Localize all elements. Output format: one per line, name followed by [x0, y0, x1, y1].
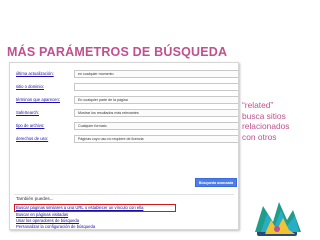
link-search-settings[interactable]: Personalizar la configuración de búsqued…	[16, 224, 95, 229]
highlight-box	[14, 204, 176, 212]
dropdown-arrow-icon: ▾	[238, 136, 239, 142]
slide-title: MÁS PARÁMETROS DE BÚSQUEDA	[7, 45, 228, 59]
divider	[14, 194, 234, 195]
select-value: Mostrar los resultados más relevantes	[78, 111, 139, 115]
form-label[interactable]: sitio o dominio:	[16, 84, 44, 89]
terms-select[interactable]: En cualquier parte de la página ▾	[74, 96, 239, 104]
form-label[interactable]: tipo de archivo:	[16, 123, 44, 128]
advanced-search-button[interactable]: Búsqueda avanzada	[195, 178, 237, 187]
link-visited-pages[interactable]: Buscar en páginas visitadas	[16, 212, 68, 217]
form-row-usage-rights: derechos de uso: Páginas cuyo uso no req…	[10, 134, 238, 147]
select-value: Páginas cuyo uso no requiere de licencia	[78, 137, 144, 141]
select-value: en cualquier momento	[78, 72, 114, 76]
dropdown-arrow-icon: ▾	[238, 71, 239, 77]
flame-logo-icon	[255, 202, 301, 236]
form-row-terms: términos que aparecen: En cualquier part…	[10, 95, 238, 108]
dropdown-arrow-icon: ▾	[238, 110, 239, 116]
select-value: En cualquier parte de la página	[78, 98, 128, 102]
callout-text: “related” busca sitios relacionados con …	[242, 100, 312, 142]
form-label[interactable]: SafeSearch:	[16, 110, 39, 115]
select-value: Cualquier formato	[78, 124, 107, 128]
last-update-select[interactable]: en cualquier momento ▾	[74, 70, 239, 78]
form-row-last-update: última actualización: en cualquier momen…	[10, 69, 238, 82]
callout-line: busca sitios	[242, 110, 286, 121]
callout-line: “related”	[242, 100, 274, 110]
dropdown-arrow-icon: ▾	[238, 97, 239, 103]
form-label[interactable]: derechos de uso:	[16, 136, 48, 141]
safesearch-select[interactable]: Mostrar los resultados más relevantes ▾	[74, 109, 239, 117]
form-label[interactable]: última actualización:	[16, 71, 54, 76]
usage-rights-select[interactable]: Páginas cuyo uso no requiere de licencia…	[74, 135, 239, 143]
form-row-safesearch: SafeSearch: Mostrar los resultados más r…	[10, 108, 238, 121]
advanced-search-screenshot: última actualización: en cualquier momen…	[9, 62, 239, 230]
link-search-operators[interactable]: Usar los operadores de búsqueda	[16, 218, 79, 223]
site-domain-input[interactable]	[74, 83, 238, 91]
callout-line: con otros	[242, 131, 277, 142]
form-row-file-type: tipo de archivo: Cualquier formato ▾	[10, 121, 238, 134]
file-type-select[interactable]: Cualquier formato ▾	[74, 122, 239, 130]
also-heading: También puedes...	[16, 196, 54, 201]
dropdown-arrow-icon: ▾	[238, 123, 239, 129]
form-row-site: sitio o dominio:	[10, 82, 238, 95]
form-label[interactable]: términos que aparecen:	[16, 97, 60, 102]
callout-line: relacionados	[242, 121, 290, 131]
